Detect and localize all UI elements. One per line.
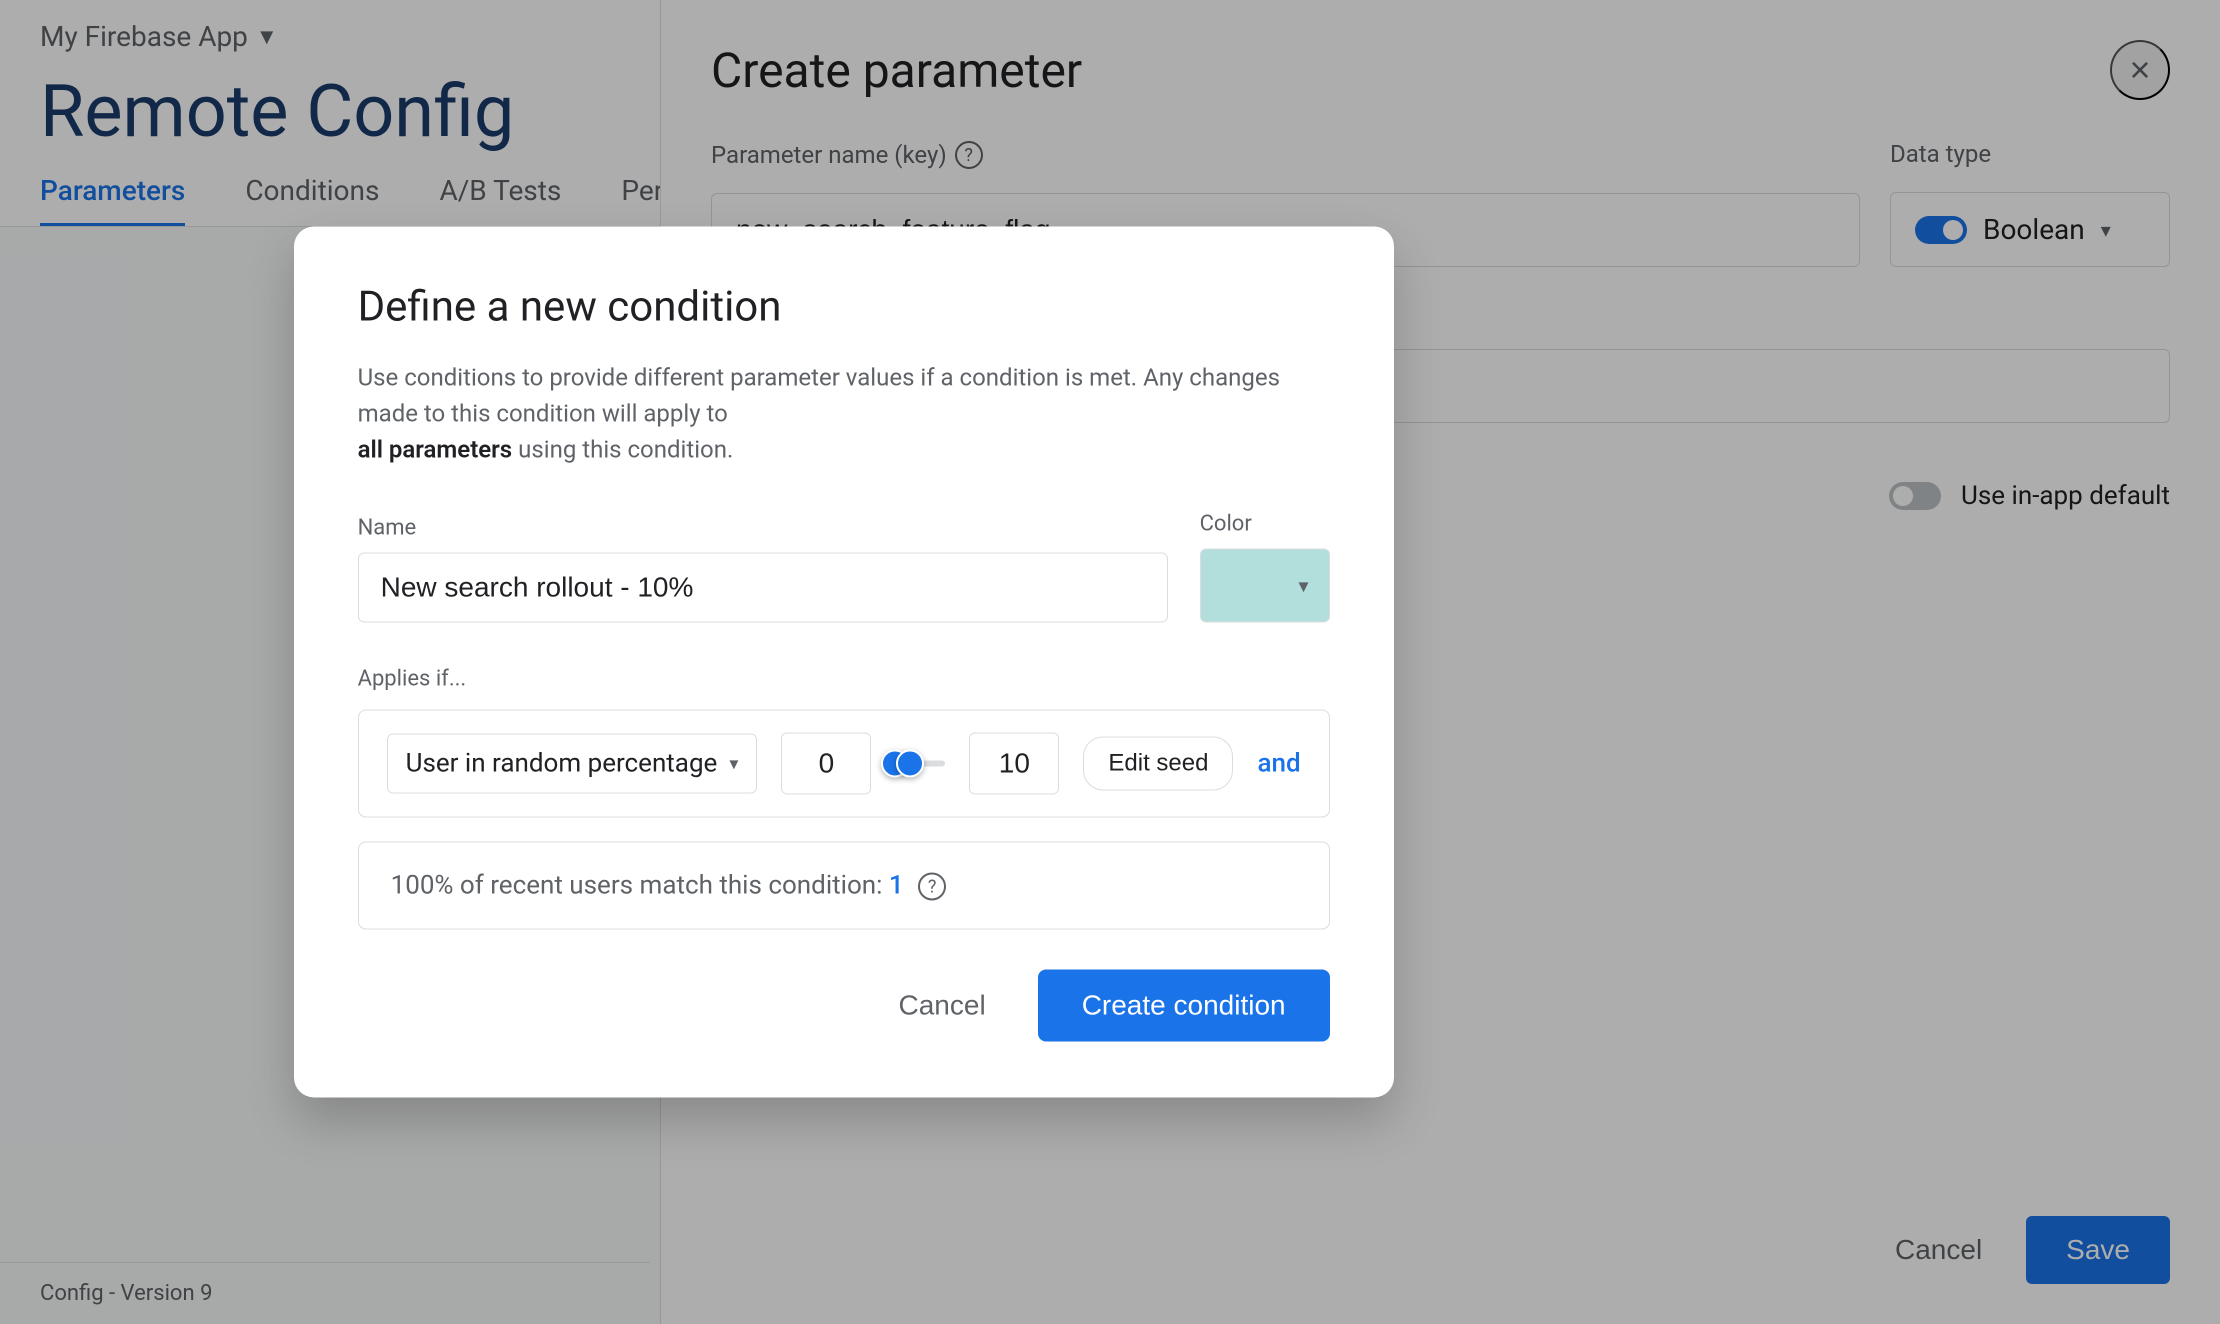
dialog-description: Use conditions to provide different para…: [358, 359, 1330, 467]
match-text: 100% of recent users match this conditio…: [391, 870, 883, 900]
dialog-footer: Cancel Create condition: [358, 970, 1330, 1042]
condition-name-input[interactable]: [358, 552, 1168, 622]
edit-seed-button[interactable]: Edit seed: [1083, 736, 1233, 790]
dialog-cancel-button[interactable]: Cancel: [871, 972, 1014, 1040]
range-max-input[interactable]: [969, 732, 1059, 794]
color-swatch: [1221, 565, 1281, 605]
color-picker-button[interactable]: ▾: [1200, 548, 1330, 622]
color-chevron-icon: ▾: [1299, 573, 1309, 598]
dialog-description-suffix: using this condition.: [518, 435, 733, 463]
name-group: Name: [358, 515, 1168, 622]
condition-row: User in random percentage ▾ Edit seed an…: [358, 709, 1330, 817]
condition-type-selector[interactable]: User in random percentage ▾: [387, 733, 758, 793]
name-label: Name: [358, 515, 1168, 540]
match-count: 1: [889, 870, 904, 900]
slider-container: [895, 760, 945, 766]
slider-track: [895, 760, 945, 766]
define-condition-dialog: Define a new condition Use conditions to…: [294, 226, 1394, 1097]
match-box: 100% of recent users match this conditio…: [358, 841, 1330, 929]
create-condition-button[interactable]: Create condition: [1038, 970, 1330, 1042]
range-min-input[interactable]: [781, 732, 871, 794]
slider-thumb-right[interactable]: [896, 749, 924, 777]
name-color-row: Name Color ▾: [358, 511, 1330, 622]
color-label: Color: [1200, 511, 1330, 536]
applies-label: Applies if...: [358, 666, 1330, 691]
dialog-title: Define a new condition: [358, 282, 1330, 331]
condition-type-value: User in random percentage: [406, 748, 718, 778]
dialog-description-bold: all parameters: [358, 435, 513, 463]
condition-type-chevron-icon: ▾: [729, 753, 738, 774]
and-link[interactable]: and: [1257, 748, 1300, 778]
color-group: Color ▾: [1200, 511, 1330, 622]
match-help-icon[interactable]: ?: [918, 873, 946, 901]
